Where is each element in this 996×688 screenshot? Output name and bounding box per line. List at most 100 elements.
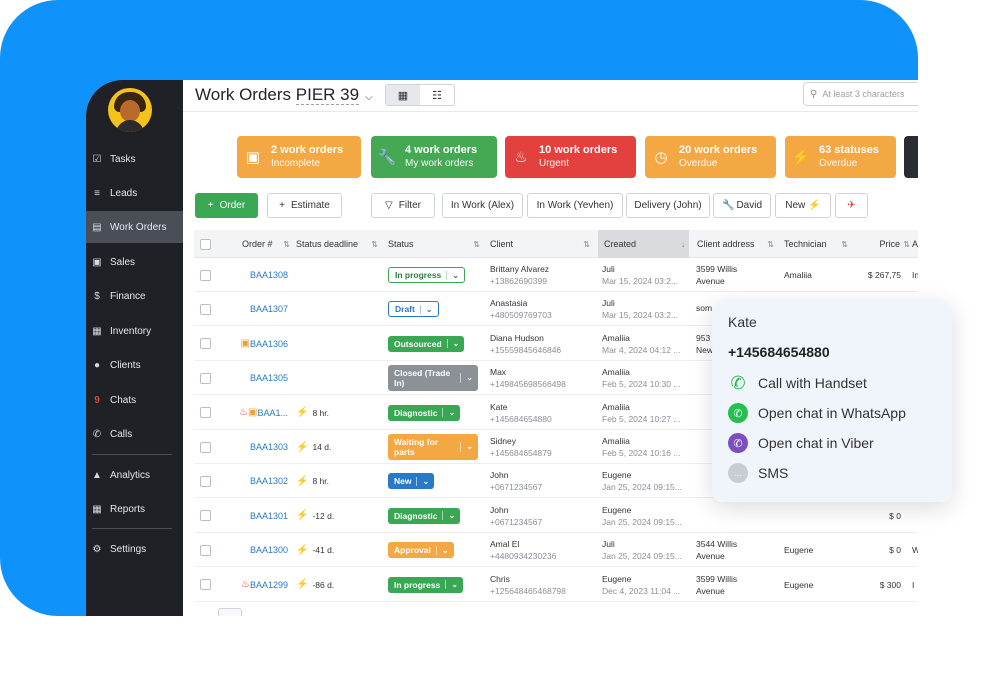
row-checkbox[interactable]	[200, 361, 220, 395]
status-badge[interactable]: Diagnostic ⌄	[388, 404, 461, 421]
status-badge[interactable]: New ⌄	[388, 473, 435, 490]
row-checkbox[interactable]	[200, 533, 220, 567]
sidebar-item-sales[interactable]: ▣ Sales	[86, 246, 183, 278]
sidebar-item-reports[interactable]: ▦ Reports	[86, 493, 183, 525]
col-client[interactable]: Client ⇅	[488, 230, 594, 258]
col-technician[interactable]: Technician ⇅	[780, 230, 852, 258]
client-phone[interactable]: +125648465468798	[490, 586, 594, 596]
filter-chip[interactable]: Delivery (John)	[626, 193, 710, 218]
client-phone[interactable]: +480509769703	[490, 310, 594, 320]
col-client-address[interactable]: Client address ⇅	[693, 230, 778, 258]
sidebar-item-clients[interactable]: ● Clients	[86, 349, 183, 381]
select-all-checkbox[interactable]	[200, 230, 220, 258]
row-checkbox[interactable]	[200, 258, 220, 292]
order-link[interactable]: BAA1307	[250, 304, 288, 314]
client-phone[interactable]: +145684654880	[490, 414, 594, 424]
sidebar-item-leads[interactable]: ≡ Leads	[86, 177, 183, 209]
client-cell[interactable]: Chris +125648465468798	[490, 568, 594, 602]
card-urgent[interactable]: ♨ 10 work orders Urgent	[505, 136, 636, 178]
card-more[interactable]	[904, 136, 918, 178]
row-checkbox[interactable]	[200, 499, 220, 533]
sidebar-item-settings[interactable]: ⚙ Settings	[86, 533, 183, 565]
sidebar-item-finance[interactable]: $ Finance	[86, 280, 183, 312]
popup-contact-phone[interactable]: +145684654880	[728, 344, 830, 360]
card-overdue-orders[interactable]: ◷ 20 work orders Overdue	[645, 136, 776, 178]
search-input[interactable]: ⚲ At least 3 characters	[803, 82, 918, 106]
col-created[interactable]: Created ↓	[598, 230, 689, 258]
status-badge[interactable]: In progress ⌄	[388, 267, 465, 283]
sidebar-item-chats[interactable]: 9 Chats	[86, 384, 183, 416]
filter-button[interactable]: ▽ Filter	[371, 193, 435, 218]
client-cell[interactable]: Anastasia +480509769703	[490, 292, 594, 326]
row-checkbox[interactable]	[200, 430, 220, 464]
status-badge[interactable]: Outsourced ⌄	[388, 335, 465, 352]
client-cell[interactable]: Sidney +145684654879	[490, 430, 594, 464]
location-selector[interactable]: PIER 39	[295, 85, 360, 105]
call-handset-action[interactable]: ✆ Call with Handset	[728, 372, 866, 394]
add-order-button[interactable]: + Order	[195, 193, 258, 218]
client-phone[interactable]: +149845698566498	[490, 379, 594, 389]
status-badge[interactable]: In progress ⌄	[388, 576, 463, 593]
card-incomplete[interactable]: ▣ 2 work orders Incomplete	[237, 136, 361, 178]
col-status[interactable]: Status ⇅	[386, 230, 484, 258]
col-extra[interactable]: A	[912, 230, 918, 258]
sidebar-item-tasks[interactable]: ☑ Tasks	[86, 143, 183, 175]
filter-chip[interactable]: New ⚡	[775, 193, 831, 218]
client-cell[interactable]: Amal El +4480934230236	[490, 533, 594, 567]
client-phone[interactable]: +0671234567	[490, 482, 594, 492]
status-badge[interactable]: Closed (Trade In) ⌄	[388, 365, 478, 392]
order-link[interactable]: BAA1302	[250, 476, 288, 486]
client-cell[interactable]: Kate +145684654880	[490, 396, 594, 430]
order-link[interactable]: BAA1...	[257, 408, 288, 418]
calendar-view-icon[interactable]: ☷	[420, 85, 454, 105]
pagination-page[interactable]	[218, 608, 242, 616]
running-man-filter[interactable]: ✈	[835, 193, 868, 218]
sidebar-item-calls[interactable]: ✆ Calls	[86, 418, 183, 450]
order-link[interactable]: BAA1303	[250, 442, 288, 452]
client-phone[interactable]: +4480934230236	[490, 551, 594, 561]
client-phone[interactable]: +13862690399	[490, 276, 594, 286]
client-cell[interactable]: Brittany Alvarez +13862690399	[490, 258, 594, 292]
card-overdue-statuses[interactable]: ⚡ 63 statuses Overdue	[785, 136, 896, 178]
whatsapp-action[interactable]: ✆ Open chat in WhatsApp	[728, 402, 906, 424]
client-phone[interactable]: +145684654879	[490, 448, 594, 458]
card-my-work-orders[interactable]: 🔧 4 work orders My work orders	[371, 136, 497, 178]
status-badge[interactable]: Draft ⌄	[388, 301, 439, 318]
row-checkbox[interactable]	[200, 292, 220, 326]
col-status-deadline[interactable]: Status deadline ⇅	[294, 230, 382, 258]
filter-chip[interactable]: In Work (Yevhen)	[527, 193, 623, 218]
row-checkbox[interactable]	[200, 464, 220, 498]
table-row[interactable]: BAA1308 In progress ⌄ Brittany Alvarez +1386…	[194, 258, 918, 292]
avatar[interactable]	[108, 88, 152, 132]
chevron-down-icon[interactable]: ⌵	[365, 92, 373, 103]
table-row[interactable]: BAA1300 ⚡ -41 d. Approval ⌄ Amal El +448093423…	[194, 533, 918, 568]
order-link[interactable]: BAA1305	[250, 373, 288, 383]
row-checkbox[interactable]	[200, 327, 220, 361]
sidebar-item-analytics[interactable]: ▲ Analytics	[86, 459, 183, 491]
col-order[interactable]: Order # ⇅	[224, 230, 294, 258]
order-link[interactable]: BAA1306	[250, 339, 288, 349]
status-badge[interactable]: Diagnostic ⌄	[388, 507, 461, 524]
table-row[interactable]: ♨ BAA1299 ⚡ -86 d. In progress ⌄ Chris +125648…	[194, 568, 918, 602]
order-link[interactable]: BAA1300	[250, 545, 288, 555]
table-view-icon[interactable]: ▦	[386, 85, 420, 105]
sms-action[interactable]: … SMS	[728, 462, 788, 484]
sidebar-item-work-orders[interactable]: ▤ Work Orders	[86, 211, 183, 243]
client-cell[interactable]: John +0671234567	[490, 464, 594, 498]
sidebar-item-inventory[interactable]: ▦ Inventory	[86, 315, 183, 347]
col-price[interactable]: Price ⇅	[854, 230, 914, 258]
order-link[interactable]: BAA1299	[250, 580, 288, 590]
client-phone[interactable]: +15559845646846	[490, 345, 594, 355]
row-checkbox[interactable]	[200, 396, 220, 430]
client-phone[interactable]: +0671234567	[490, 517, 594, 527]
client-cell[interactable]: John +0671234567	[490, 499, 594, 533]
client-cell[interactable]: Max +149845698566498	[490, 361, 594, 395]
order-link[interactable]: BAA1301	[250, 511, 288, 521]
client-cell[interactable]: Diana Hudson +15559845646846	[490, 327, 594, 361]
filter-chip[interactable]: 🔧 David	[713, 193, 771, 218]
row-checkbox[interactable]	[200, 568, 220, 602]
table-row[interactable]: BAA1301 ⚡ -12 d. Diagnostic ⌄ John +0671234567…	[194, 499, 918, 533]
filter-chip[interactable]: In Work (Alex)	[442, 193, 523, 218]
viber-action[interactable]: ✆ Open chat in Viber	[728, 432, 874, 454]
status-badge[interactable]: Approval ⌄	[388, 542, 454, 559]
